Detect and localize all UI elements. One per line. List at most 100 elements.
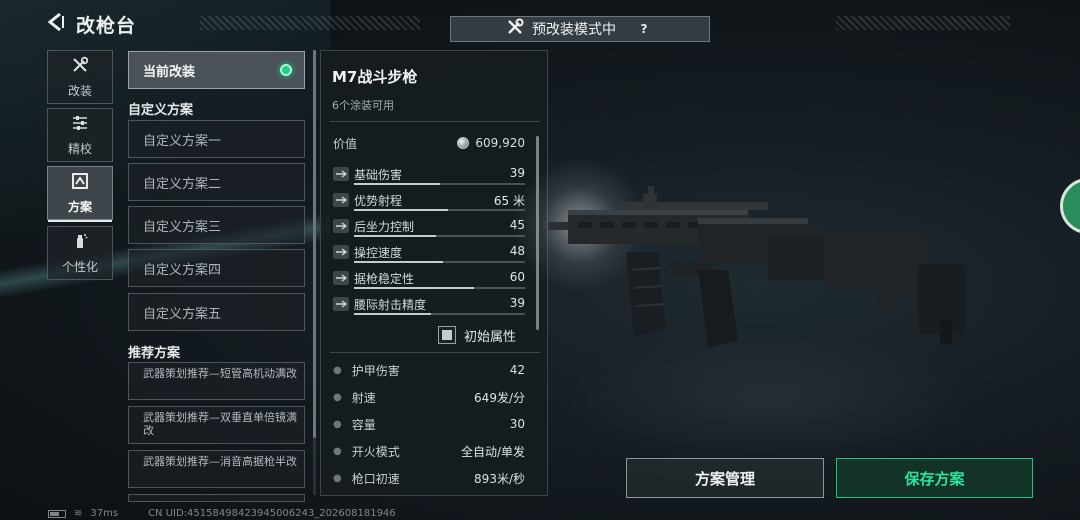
tab-personalize[interactable]: 个性化 xyxy=(47,226,113,280)
stat-label: 优势射程 xyxy=(354,194,403,208)
back-button[interactable]: 改枪台 xyxy=(46,10,176,38)
stat-row: 基础伤害39 xyxy=(333,166,525,188)
stat-row: 腰际射击精度 39 xyxy=(333,296,525,318)
bullet-dot-icon: ● xyxy=(333,418,342,430)
bullet-dot-icon: ● xyxy=(333,391,342,403)
stability-icon xyxy=(333,271,349,285)
status-bar: ≋ 37ms CN UID:451584984239450062​43_2026… xyxy=(48,507,396,520)
sliders-icon xyxy=(71,114,89,136)
price-row: 价值 609,920 xyxy=(333,133,525,153)
stat-bar-track xyxy=(354,183,525,185)
spec-row: ● 护甲伤害 42 xyxy=(333,360,525,380)
recommended-loadout-item[interactable]: 武器策划推荐—消音高据枪半改 xyxy=(128,450,305,488)
spec-label-group: ● 枪口初速 xyxy=(333,470,400,487)
stat-label: 据枪稳定性 xyxy=(354,272,415,286)
base-attributes-label: 初始属性 xyxy=(464,329,517,345)
recoil-icon xyxy=(333,219,349,233)
spec-value: 全自动/单发 xyxy=(460,444,525,459)
hipfire-icon xyxy=(333,297,349,311)
tab-label: 个性化 xyxy=(61,259,98,274)
stat-label: 操控速度 xyxy=(354,246,403,260)
custom-loadout-item[interactable]: 自定义方案二 xyxy=(128,163,305,201)
tab-label: 方案 xyxy=(67,199,92,214)
stat-bar-fill xyxy=(354,261,443,263)
price-value-group: 609,920 xyxy=(457,136,525,150)
uid-text: CN UID:451584984239450062​43_20260818194… xyxy=(148,508,396,519)
base-attributes-toggle[interactable]: 初始属性 xyxy=(438,324,516,346)
spec-label: 枪口初速 xyxy=(351,471,400,486)
damage-icon xyxy=(333,167,349,181)
stat-bar-track xyxy=(354,313,525,315)
spec-value: 42 xyxy=(509,363,525,377)
stat-row: 据枪稳定性60 xyxy=(333,270,525,292)
spec-label: 射速 xyxy=(351,390,376,405)
divider xyxy=(330,121,540,122)
side-chat-button[interactable] xyxy=(1060,178,1080,234)
base-attributes-checkbox[interactable] xyxy=(438,326,456,344)
header-hatch-decoration xyxy=(200,16,420,30)
manage-loadouts-button[interactable]: 方案管理 xyxy=(626,458,824,498)
spec-row: ● 射速 649发/分 xyxy=(333,387,525,407)
stat-label: 基础伤害 xyxy=(354,168,403,182)
spec-label: 容量 xyxy=(351,417,376,432)
stat-row: 操控速度48 xyxy=(333,244,525,266)
range-icon xyxy=(333,193,349,207)
spec-row: ● 枪口初速 893米/秒 xyxy=(333,468,525,488)
handling-icon xyxy=(333,245,349,259)
bullet-dot-icon: ● xyxy=(333,472,342,484)
spec-label: 护甲伤害 xyxy=(351,363,400,378)
stat-bar-fill xyxy=(354,313,431,315)
custom-loadout-item[interactable]: 自定义方案一 xyxy=(128,120,305,158)
skins-available-text: 6个涂装可用 xyxy=(332,99,394,112)
stat-bar-fill xyxy=(354,287,474,289)
premod-mode-banner: 预改装模式中 ? xyxy=(450,16,710,42)
bullet-dot-icon: ● xyxy=(333,364,342,376)
loadout-list-scrollbar[interactable] xyxy=(313,50,316,438)
stat-bar-fill xyxy=(354,235,436,237)
weapon-render-rifle xyxy=(548,186,966,348)
custom-loadout-item[interactable]: 自定义方案三 xyxy=(128,206,305,244)
save-loadout-button[interactable]: 保存方案 xyxy=(836,458,1033,498)
spray-can-icon xyxy=(71,232,89,254)
checkbox-mark xyxy=(442,330,452,340)
tab-tune[interactable]: 精校 xyxy=(47,108,113,162)
tab-label: 精校 xyxy=(67,141,92,156)
spec-label-group: ● 开火模式 xyxy=(333,443,400,460)
divider xyxy=(330,352,540,353)
weapon-name: M7战斗步枪 xyxy=(332,68,418,86)
custom-loadout-item[interactable]: 自定义方案四 xyxy=(128,249,305,287)
tab-label: 改装 xyxy=(67,83,92,98)
stat-label: 后坐力控制 xyxy=(354,220,415,234)
stat-bar-track xyxy=(354,235,525,237)
help-button[interactable]: ? xyxy=(634,19,654,39)
current-loadout-item[interactable]: 当前改装 xyxy=(128,51,305,89)
tab-mod[interactable]: 改装 xyxy=(47,50,113,104)
page-title: 改枪台 xyxy=(76,14,137,37)
price-value: 609,920 xyxy=(475,136,525,150)
wrench-screwdriver-icon xyxy=(506,18,524,40)
blueprint-icon xyxy=(71,172,89,194)
stat-bar-fill xyxy=(354,183,440,185)
mode-banner-text: 预改装模式中 xyxy=(532,22,616,38)
spec-label-group: ● 射速 xyxy=(333,389,376,406)
spec-label: 开火模式 xyxy=(351,444,400,459)
stat-bar-track xyxy=(354,261,525,263)
stat-bar-track xyxy=(354,209,525,211)
spec-value: 30 xyxy=(509,417,525,431)
recommended-loadout-item[interactable]: 武器策划推荐—双垂直单倍镜满改 xyxy=(128,406,305,444)
recommended-loadout-item[interactable]: 武器策划推荐—短管高机动满改 xyxy=(128,362,305,400)
spec-label-group: ● 护甲伤害 xyxy=(333,362,400,379)
stat-value: 39 xyxy=(509,296,525,310)
header-hatch-decoration xyxy=(836,16,1010,30)
spec-row: ● 开火模式 全自动/单发 xyxy=(333,441,525,461)
custom-loadout-item[interactable]: 自定义方案五 xyxy=(128,293,305,331)
custom-loadouts-heading: 自定义方案 xyxy=(128,103,194,118)
recommended-loadout-item-partial[interactable] xyxy=(128,494,305,502)
tab-loadout[interactable]: 方案 xyxy=(47,166,113,222)
stat-bar-fill xyxy=(354,209,448,211)
price-label: 价值 xyxy=(333,136,358,151)
wrench-screwdriver-icon xyxy=(71,56,89,78)
spec-row: ● 容量 30 xyxy=(333,414,525,434)
spec-value: 893米/秒 xyxy=(474,471,525,486)
stat-row: 优势射程65 米 xyxy=(333,192,525,214)
